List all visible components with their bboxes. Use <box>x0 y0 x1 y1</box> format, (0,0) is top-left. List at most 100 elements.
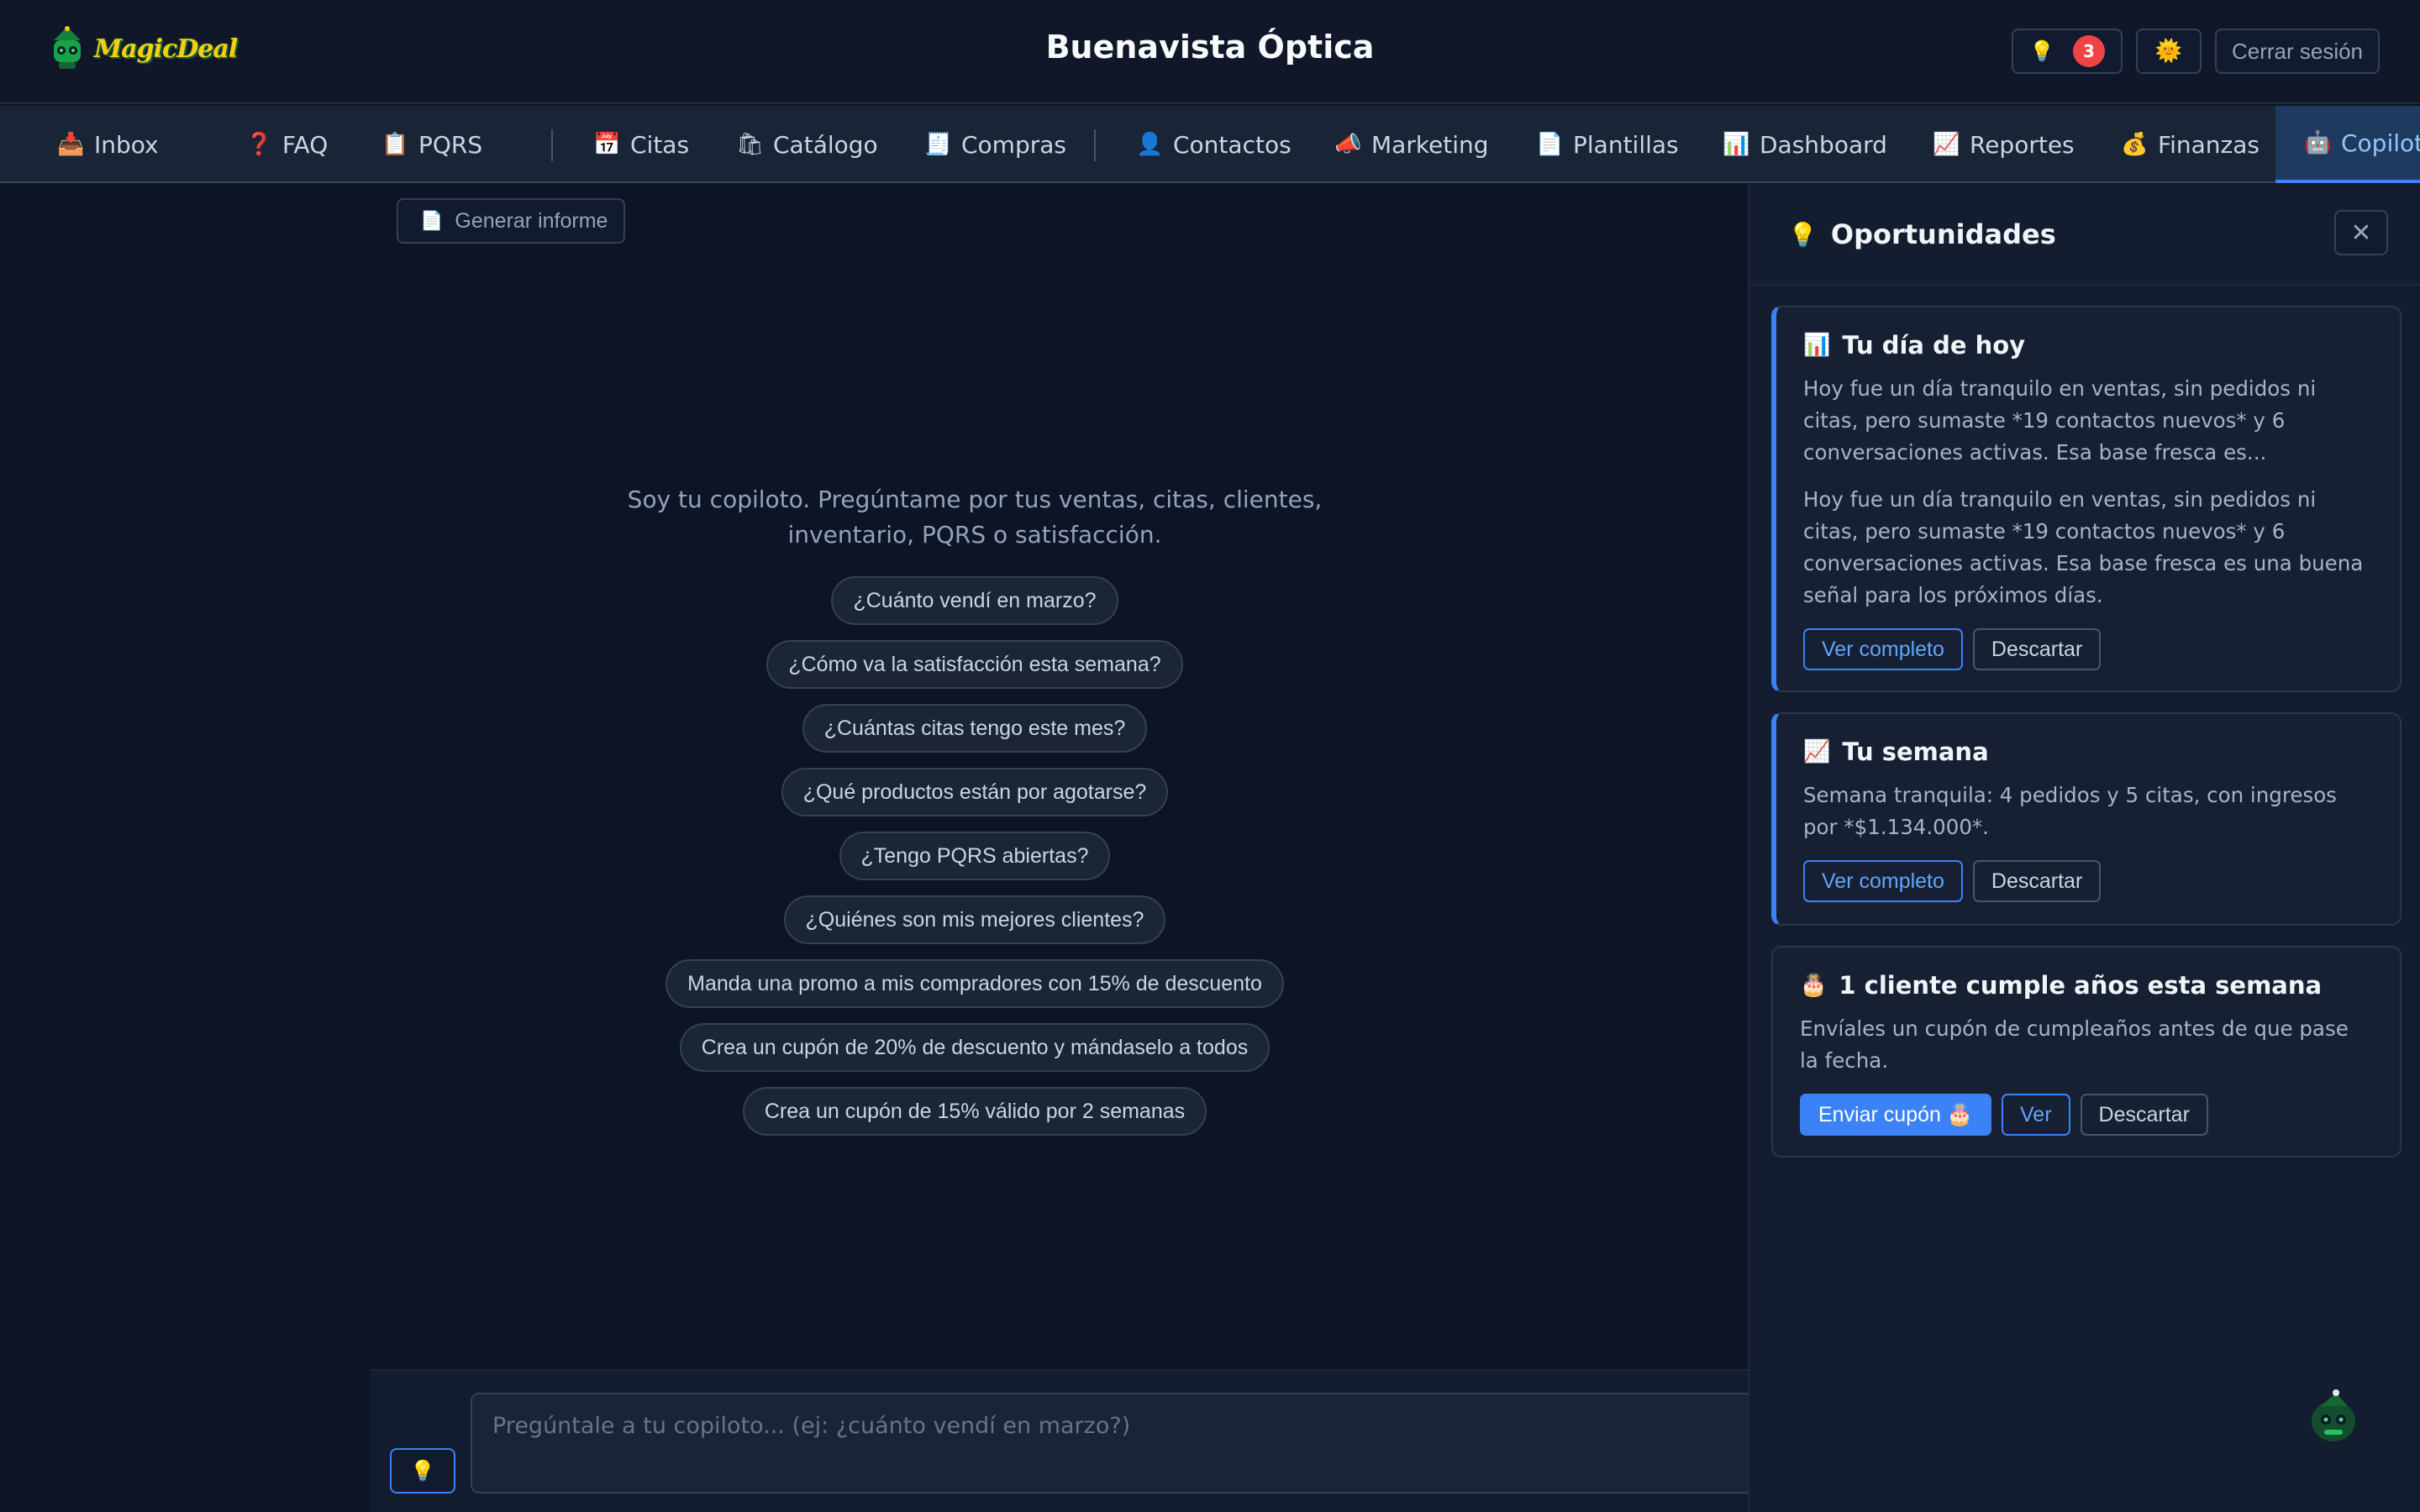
receipt-icon: 🧾 <box>924 132 952 157</box>
card-title: 🎂 1 cliente cumple años esta semana <box>1800 971 2373 1000</box>
suggestion-chip[interactable]: ¿Tengo PQRS abiertas? <box>839 832 1111 880</box>
suggestion-chip[interactable]: ¿Cómo va la satisfacción esta semana? <box>766 640 1183 689</box>
chat-input[interactable]: Pregúntale a tu copiloto... (ej: ¿cuánto… <box>471 1393 1765 1494</box>
clipboard-icon: 📋 <box>381 132 409 157</box>
tab-label: PQRS <box>418 130 483 159</box>
notification-badge: 3 <box>2072 35 2105 67</box>
ideas-button[interactable]: 💡 <box>390 1448 455 1494</box>
card-title-text: Tu día de hoy <box>1842 331 2026 360</box>
lightbulb-icon: 💡 <box>1788 220 1818 249</box>
message-composer: 💡 Pregúntale a tu copiloto... (ej: ¿cuán… <box>370 1369 1765 1512</box>
tab-reportes[interactable]: 📈 Reportes <box>1933 106 2075 183</box>
theme-toggle-button[interactable]: 🌞 <box>2136 29 2202 74</box>
copilot-chat-area: 📄 Generar informe Soy tu copiloto. Pregú… <box>370 185 1765 1512</box>
tab-label: Marketing <box>1371 130 1489 159</box>
inbox-icon: 📥 <box>57 132 85 157</box>
tab-label: Citas <box>630 130 690 159</box>
card-actions: Ver completo Descartar <box>1803 628 2373 670</box>
nav-divider <box>551 129 553 161</box>
assistant-avatar-icon[interactable] <box>2304 1388 2363 1446</box>
tab-plantillas[interactable]: 📄 Plantillas <box>1536 106 1679 183</box>
dismiss-button[interactable]: Descartar <box>1972 628 2102 670</box>
suggestion-chip[interactable]: ¿Qué productos están por agotarse? <box>781 768 1169 816</box>
card-actions: Ver completo Descartar <box>1803 860 2373 902</box>
tab-faq[interactable]: ❓ FAQ <box>245 106 328 183</box>
panel-title-text: Oportunidades <box>1830 218 2056 250</box>
card-summary: Semana tranquila: 4 pedidos y 5 citas, c… <box>1803 783 2337 839</box>
tab-copilot[interactable]: 🤖 Copilot <box>2275 106 2420 183</box>
trend-chart-icon: 📈 <box>1803 739 1831 764</box>
suggestion-chip[interactable]: ¿Cuántas citas tengo este mes? <box>802 704 1148 753</box>
card-title: 📊 Tu día de hoy <box>1803 331 2373 360</box>
panel-header: 💡 Oportunidades ✕ <box>1749 185 2420 286</box>
opportunities-button[interactable]: 💡 3 <box>2012 29 2123 74</box>
view-button[interactable]: Ver <box>2002 1094 2070 1136</box>
robot-icon: 🤖 <box>2304 130 2332 155</box>
tab-compras[interactable]: 🧾 Compras <box>924 106 1066 183</box>
document-icon: 📄 <box>420 210 444 232</box>
card-title: 📈 Tu semana <box>1803 738 2373 766</box>
opportunity-card-today: 📊 Tu día de hoy Hoy fue un día tranquilo… <box>1771 306 2402 692</box>
lightbulb-icon: 💡 <box>2029 39 2054 63</box>
card-actions: Enviar cupón 🎂 Ver Descartar <box>1800 1094 2373 1136</box>
sun-icon: 🌞 <box>2154 39 2183 64</box>
suggestion-chip[interactable]: Crea un cupón de 15% válido por 2 semana… <box>742 1087 1207 1136</box>
question-icon: ❓ <box>245 132 273 157</box>
tab-inbox[interactable]: 📥 Inbox <box>57 106 159 183</box>
panel-title: 💡 Oportunidades <box>1788 218 2056 250</box>
suggestion-list: ¿Cuánto vendí en marzo? ¿Cómo va la sati… <box>370 576 1580 1136</box>
intro-line: Soy tu copiloto. Pregúntame por tus vent… <box>627 486 1323 513</box>
tab-finanzas[interactable]: 💰 Finanzas <box>2121 106 2260 183</box>
generate-report-button[interactable]: 📄 Generar informe <box>397 198 625 244</box>
top-bar: MagicDeal Buenavista Óptica 💡 3 🌞 Cerrar… <box>0 0 2420 104</box>
close-icon: ✕ <box>2350 218 2372 248</box>
opportunity-card-week: 📈 Tu semana Semana tranquila: 4 pedidos … <box>1771 712 2402 926</box>
tab-contactos[interactable]: 👤 Contactos <box>1136 106 1292 183</box>
main-nav: 📥 Inbox ❓ FAQ 📋 PQRS 📅 Citas 🛍 Catálogo … <box>0 106 2420 183</box>
tab-label: FAQ <box>282 130 329 159</box>
tab-label: Catálogo <box>773 130 878 159</box>
calendar-icon: 📅 <box>593 132 621 157</box>
bar-chart-icon: 📊 <box>1803 333 1831 358</box>
shopping-bag-icon: 🛍 <box>736 132 765 157</box>
tab-label: Inbox <box>94 130 159 159</box>
nav-divider <box>1094 129 1096 161</box>
logout-button[interactable]: Cerrar sesión <box>2215 29 2380 74</box>
card-title-text: Tu semana <box>1842 738 1989 766</box>
tab-dashboard[interactable]: 📊 Dashboard <box>1723 106 1887 183</box>
card-full-text: Hoy fue un día tranquilo en ventas, sin … <box>1803 487 2364 607</box>
card-title-text: 1 cliente cumple años esta semana <box>1839 971 2323 1000</box>
tab-catalogo[interactable]: 🛍 Catálogo <box>736 106 878 183</box>
card-summary: Hoy fue un día tranquilo en ventas, sin … <box>1803 376 2317 465</box>
dismiss-button[interactable]: Descartar <box>1972 860 2102 902</box>
money-bag-icon: 💰 <box>2121 132 2149 157</box>
suggestion-chip[interactable]: ¿Cuánto vendí en marzo? <box>831 576 1118 625</box>
bar-chart-icon: 📊 <box>1723 132 1750 157</box>
generate-report-label: Generar informe <box>455 208 608 233</box>
person-icon: 👤 <box>1136 132 1164 157</box>
suggestion-chip[interactable]: Crea un cupón de 20% de descuento y mánd… <box>679 1023 1270 1072</box>
card-summary: Envíales un cupón de cumpleaños antes de… <box>1800 1016 2349 1073</box>
tab-label: Dashboard <box>1760 130 1887 159</box>
opportunity-card-birthday: 🎂 1 cliente cumple años esta semana Enví… <box>1771 946 2402 1158</box>
copilot-intro-text: Soy tu copiloto. Pregúntame por tus vent… <box>370 482 1580 553</box>
birthday-cake-icon: 🎂 <box>1800 973 1828 998</box>
tab-label: Plantillas <box>1573 130 1679 159</box>
tab-label: Contactos <box>1173 130 1292 159</box>
opportunities-panel: 💡 Oportunidades ✕ 📊 Tu día de hoy Hoy fu… <box>1748 185 2420 1512</box>
send-coupon-button[interactable]: Enviar cupón 🎂 <box>1800 1094 1991 1136</box>
view-full-button[interactable]: Ver completo <box>1803 860 1963 902</box>
tab-pqrs[interactable]: 📋 PQRS <box>381 106 482 183</box>
view-full-button[interactable]: Ver completo <box>1803 628 1963 670</box>
tab-label: Copilot <box>2341 129 2420 157</box>
suggestion-chip[interactable]: Manda una promo a mis compradores con 15… <box>666 959 1284 1008</box>
dismiss-button[interactable]: Descartar <box>2080 1094 2208 1136</box>
megaphone-icon: 📣 <box>1334 132 1362 157</box>
tab-citas[interactable]: 📅 Citas <box>593 106 689 183</box>
tab-label: Finanzas <box>2158 130 2260 159</box>
lightbulb-icon: 💡 <box>410 1459 435 1483</box>
close-panel-button[interactable]: ✕ <box>2334 210 2388 255</box>
tab-marketing[interactable]: 📣 Marketing <box>1334 106 1489 183</box>
suggestion-chip[interactable]: ¿Quiénes son mis mejores clientes? <box>783 895 1166 944</box>
tab-label: Reportes <box>1970 130 2075 159</box>
